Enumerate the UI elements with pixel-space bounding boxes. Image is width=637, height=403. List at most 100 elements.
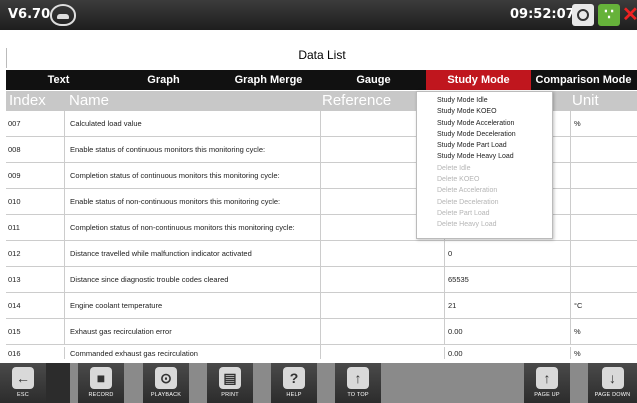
to-top-label: TO TOP (347, 392, 369, 398)
menu-item-delete-deceleration: Delete Deceleration (437, 198, 499, 206)
tab-graph-merge[interactable]: Graph Merge (216, 70, 321, 90)
tab-comparison-mode[interactable]: Comparison Mode (531, 70, 636, 90)
tab-gauge[interactable]: Gauge (321, 70, 426, 90)
row-name: Enable status of non-continuous monitors… (64, 189, 320, 215)
tab-graph[interactable]: Graph (111, 70, 216, 90)
tab-text[interactable]: Text (6, 70, 111, 90)
toolbar-spacer (46, 363, 70, 403)
row-name: Distance since diagnostic trouble codes … (64, 267, 320, 293)
record-label: RECORD (88, 392, 114, 398)
menu-item-study-idle[interactable]: Study Mode Idle (417, 95, 552, 106)
row-index: 014 (8, 301, 21, 310)
study-mode-menu: Study Mode Idle Study Mode KOEO Study Mo… (416, 91, 553, 239)
help-label: HELP (286, 392, 302, 398)
record-button[interactable]: ■ RECORD (78, 363, 124, 403)
row-value: 65535 (444, 267, 570, 293)
row-unit (570, 241, 637, 267)
print-button[interactable]: ▤ PRINT (207, 363, 253, 403)
row-name: Distance travelled while malfunction ind… (64, 241, 320, 267)
row-name: Completion status of non-continuous moni… (64, 215, 320, 241)
row-name: Completion status of continuous monitors… (64, 163, 320, 189)
row-reference (320, 293, 444, 319)
row-unit: °C (570, 293, 637, 319)
row-index: 008 (8, 145, 21, 154)
app-version: V6.70 (8, 7, 51, 22)
row-value: 0 (444, 241, 570, 267)
menu-item-delete-idle: Delete Idle (437, 164, 471, 172)
to-top-button[interactable]: ↑ TO TOP (335, 363, 381, 403)
row-unit (570, 137, 637, 163)
row-index: 012 (8, 249, 21, 258)
camera-icon[interactable] (572, 4, 594, 26)
film-reel-icon: ⊙ (155, 367, 177, 389)
column-header-reference: Reference (322, 92, 392, 109)
row-reference (320, 267, 444, 293)
video-camera-icon: ■ (90, 367, 112, 389)
car-logo-icon (50, 4, 76, 26)
row-unit (570, 163, 637, 189)
page-down-label: PAGE DOWN (594, 392, 631, 398)
menu-item-study-acceleration[interactable]: Study Mode Acceleration (417, 118, 552, 129)
row-name: Enable status of continuous monitors thi… (64, 137, 320, 163)
table-row[interactable]: 016 Commanded exhaust gas recirculation … (6, 345, 637, 359)
row-index: 009 (8, 171, 21, 180)
help-icon: ? (283, 367, 305, 389)
page-up-label: PAGE UP (534, 392, 560, 398)
row-name: Commanded exhaust gas recirculation (64, 347, 320, 359)
row-index: 010 (8, 197, 21, 206)
playback-label: PLAYBACK (150, 392, 182, 398)
row-unit: % (570, 347, 637, 359)
table-row[interactable]: 015 Exhaust gas recirculation error 0.00… (6, 319, 637, 345)
row-reference (320, 319, 444, 345)
arrow-up-icon: ↑ (536, 367, 558, 389)
row-index: 016 (8, 349, 21, 358)
row-value: 0.00 (444, 319, 570, 345)
close-icon[interactable]: ✕ (622, 4, 637, 26)
row-unit: % (570, 319, 637, 345)
tab-study-mode[interactable]: Study Mode (426, 70, 531, 90)
status-bar: V6.70 09:52:07 ∵ ✕ (0, 0, 637, 30)
menu-item-delete-heavy-load: Delete Heavy Load (437, 221, 497, 229)
page-down-button[interactable]: ↓ PAGE DOWN (588, 363, 637, 403)
menu-item-delete-koeo: Delete KOEO (437, 176, 480, 184)
to-top-icon: ↑ (347, 367, 369, 389)
column-header-name: Name (69, 92, 110, 109)
arrow-down-icon: ↓ (601, 367, 624, 389)
menu-item-delete-part-load: Delete Part Load (437, 209, 490, 217)
row-name: Exhaust gas recirculation error (64, 319, 320, 345)
page-title: Data List (6, 48, 637, 68)
row-name: Calculated load value (64, 111, 320, 137)
tab-bar: Text Graph Graph Merge Gauge Study Mode … (6, 70, 637, 90)
row-value: 21 (444, 293, 570, 319)
link-icon[interactable]: ∵ (598, 4, 620, 26)
row-name: Engine coolant temperature (64, 293, 320, 319)
menu-item-study-deceleration[interactable]: Study Mode Deceleration (417, 129, 552, 140)
esc-label: ESC (17, 392, 29, 398)
bottom-toolbar: ← ESC ■ RECORD ⊙ PLAYBACK ▤ PRINT ? HELP… (0, 363, 637, 403)
row-unit (570, 215, 637, 241)
menu-item-study-koeo[interactable]: Study Mode KOEO (417, 106, 552, 117)
row-index: 015 (8, 327, 21, 336)
menu-item-delete-acceleration: Delete Acceleration (437, 187, 498, 195)
menu-item-study-part-load[interactable]: Study Mode Part Load (417, 140, 552, 151)
row-reference (320, 345, 444, 359)
playback-button[interactable]: ⊙ PLAYBACK (143, 363, 189, 403)
clock: 09:52:07 (510, 7, 575, 22)
menu-item-study-heavy-load[interactable]: Study Mode Heavy Load (417, 151, 552, 162)
back-arrow-icon: ← (12, 367, 34, 389)
row-value: 0.00 (444, 347, 570, 359)
page-up-button[interactable]: ↑ PAGE UP (524, 363, 570, 403)
table-row[interactable]: 012 Distance travelled while malfunction… (6, 241, 637, 267)
esc-button[interactable]: ← ESC (0, 363, 46, 403)
table-row[interactable]: 013 Distance since diagnostic trouble co… (6, 267, 637, 293)
help-button[interactable]: ? HELP (271, 363, 317, 403)
row-unit (570, 189, 637, 215)
column-header-unit: Unit (572, 92, 599, 109)
table-row[interactable]: 014 Engine coolant temperature 21 °C (6, 293, 637, 319)
row-unit: % (570, 111, 637, 137)
print-label: PRINT (221, 392, 239, 398)
row-unit (570, 267, 637, 293)
row-index: 007 (8, 119, 21, 128)
column-header-index: Index (9, 92, 46, 109)
row-index: 011 (8, 223, 20, 232)
